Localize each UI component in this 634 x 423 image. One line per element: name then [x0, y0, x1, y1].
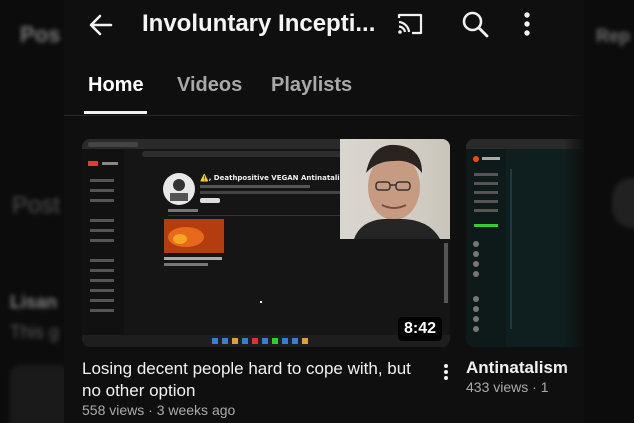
background-text: This g — [10, 322, 60, 342]
video-meta: 433 views · 1 — [466, 379, 549, 395]
active-tab-indicator — [84, 111, 147, 114]
edge-fade — [564, 0, 584, 423]
top-app-bar: Involuntary Incepti... — [64, 0, 584, 52]
cast-icon[interactable] — [396, 10, 424, 38]
background-heading: Pos — [20, 22, 61, 47]
video-thumbnail[interactable]: ⚠️, Deathpositive VEGAN Antinatalist ⚠️ — [82, 139, 450, 347]
channel-tabs: Home Videos Playlists — [64, 60, 584, 116]
background-section: Post — [12, 192, 61, 219]
tab-playlists[interactable]: Playlists — [271, 74, 352, 97]
more-vert-icon[interactable] — [514, 9, 540, 39]
background-thumbnail — [10, 365, 70, 423]
background-button — [612, 178, 634, 228]
video-duration: 8:42 — [397, 317, 442, 341]
search-icon[interactable] — [460, 9, 490, 39]
arrow-left-icon[interactable] — [86, 10, 116, 40]
tab-videos[interactable]: Videos — [177, 74, 242, 97]
thumbnail-image: ⚠️, Deathpositive VEGAN Antinatalist ⚠️ — [82, 139, 450, 347]
thumbnail-channel-name: ⚠️, Deathpositive VEGAN Antinatalist ⚠️ — [200, 173, 359, 182]
video-meta: 558 views · 3 weeks ago — [82, 402, 236, 418]
tab-home[interactable]: Home — [88, 74, 144, 97]
video-title[interactable]: Losing decent people hard to cope with, … — [82, 358, 428, 402]
channel-title: Involuntary Incepti... — [142, 10, 376, 37]
background-reply: Rep — [596, 26, 631, 46]
background-user: Lisan — [10, 292, 58, 312]
video-title[interactable]: Antinatalism — [466, 358, 568, 378]
video-more-icon[interactable] — [442, 362, 450, 382]
channel-preview-card: Involuntary Incepti... Home Videos Playl… — [64, 0, 584, 423]
